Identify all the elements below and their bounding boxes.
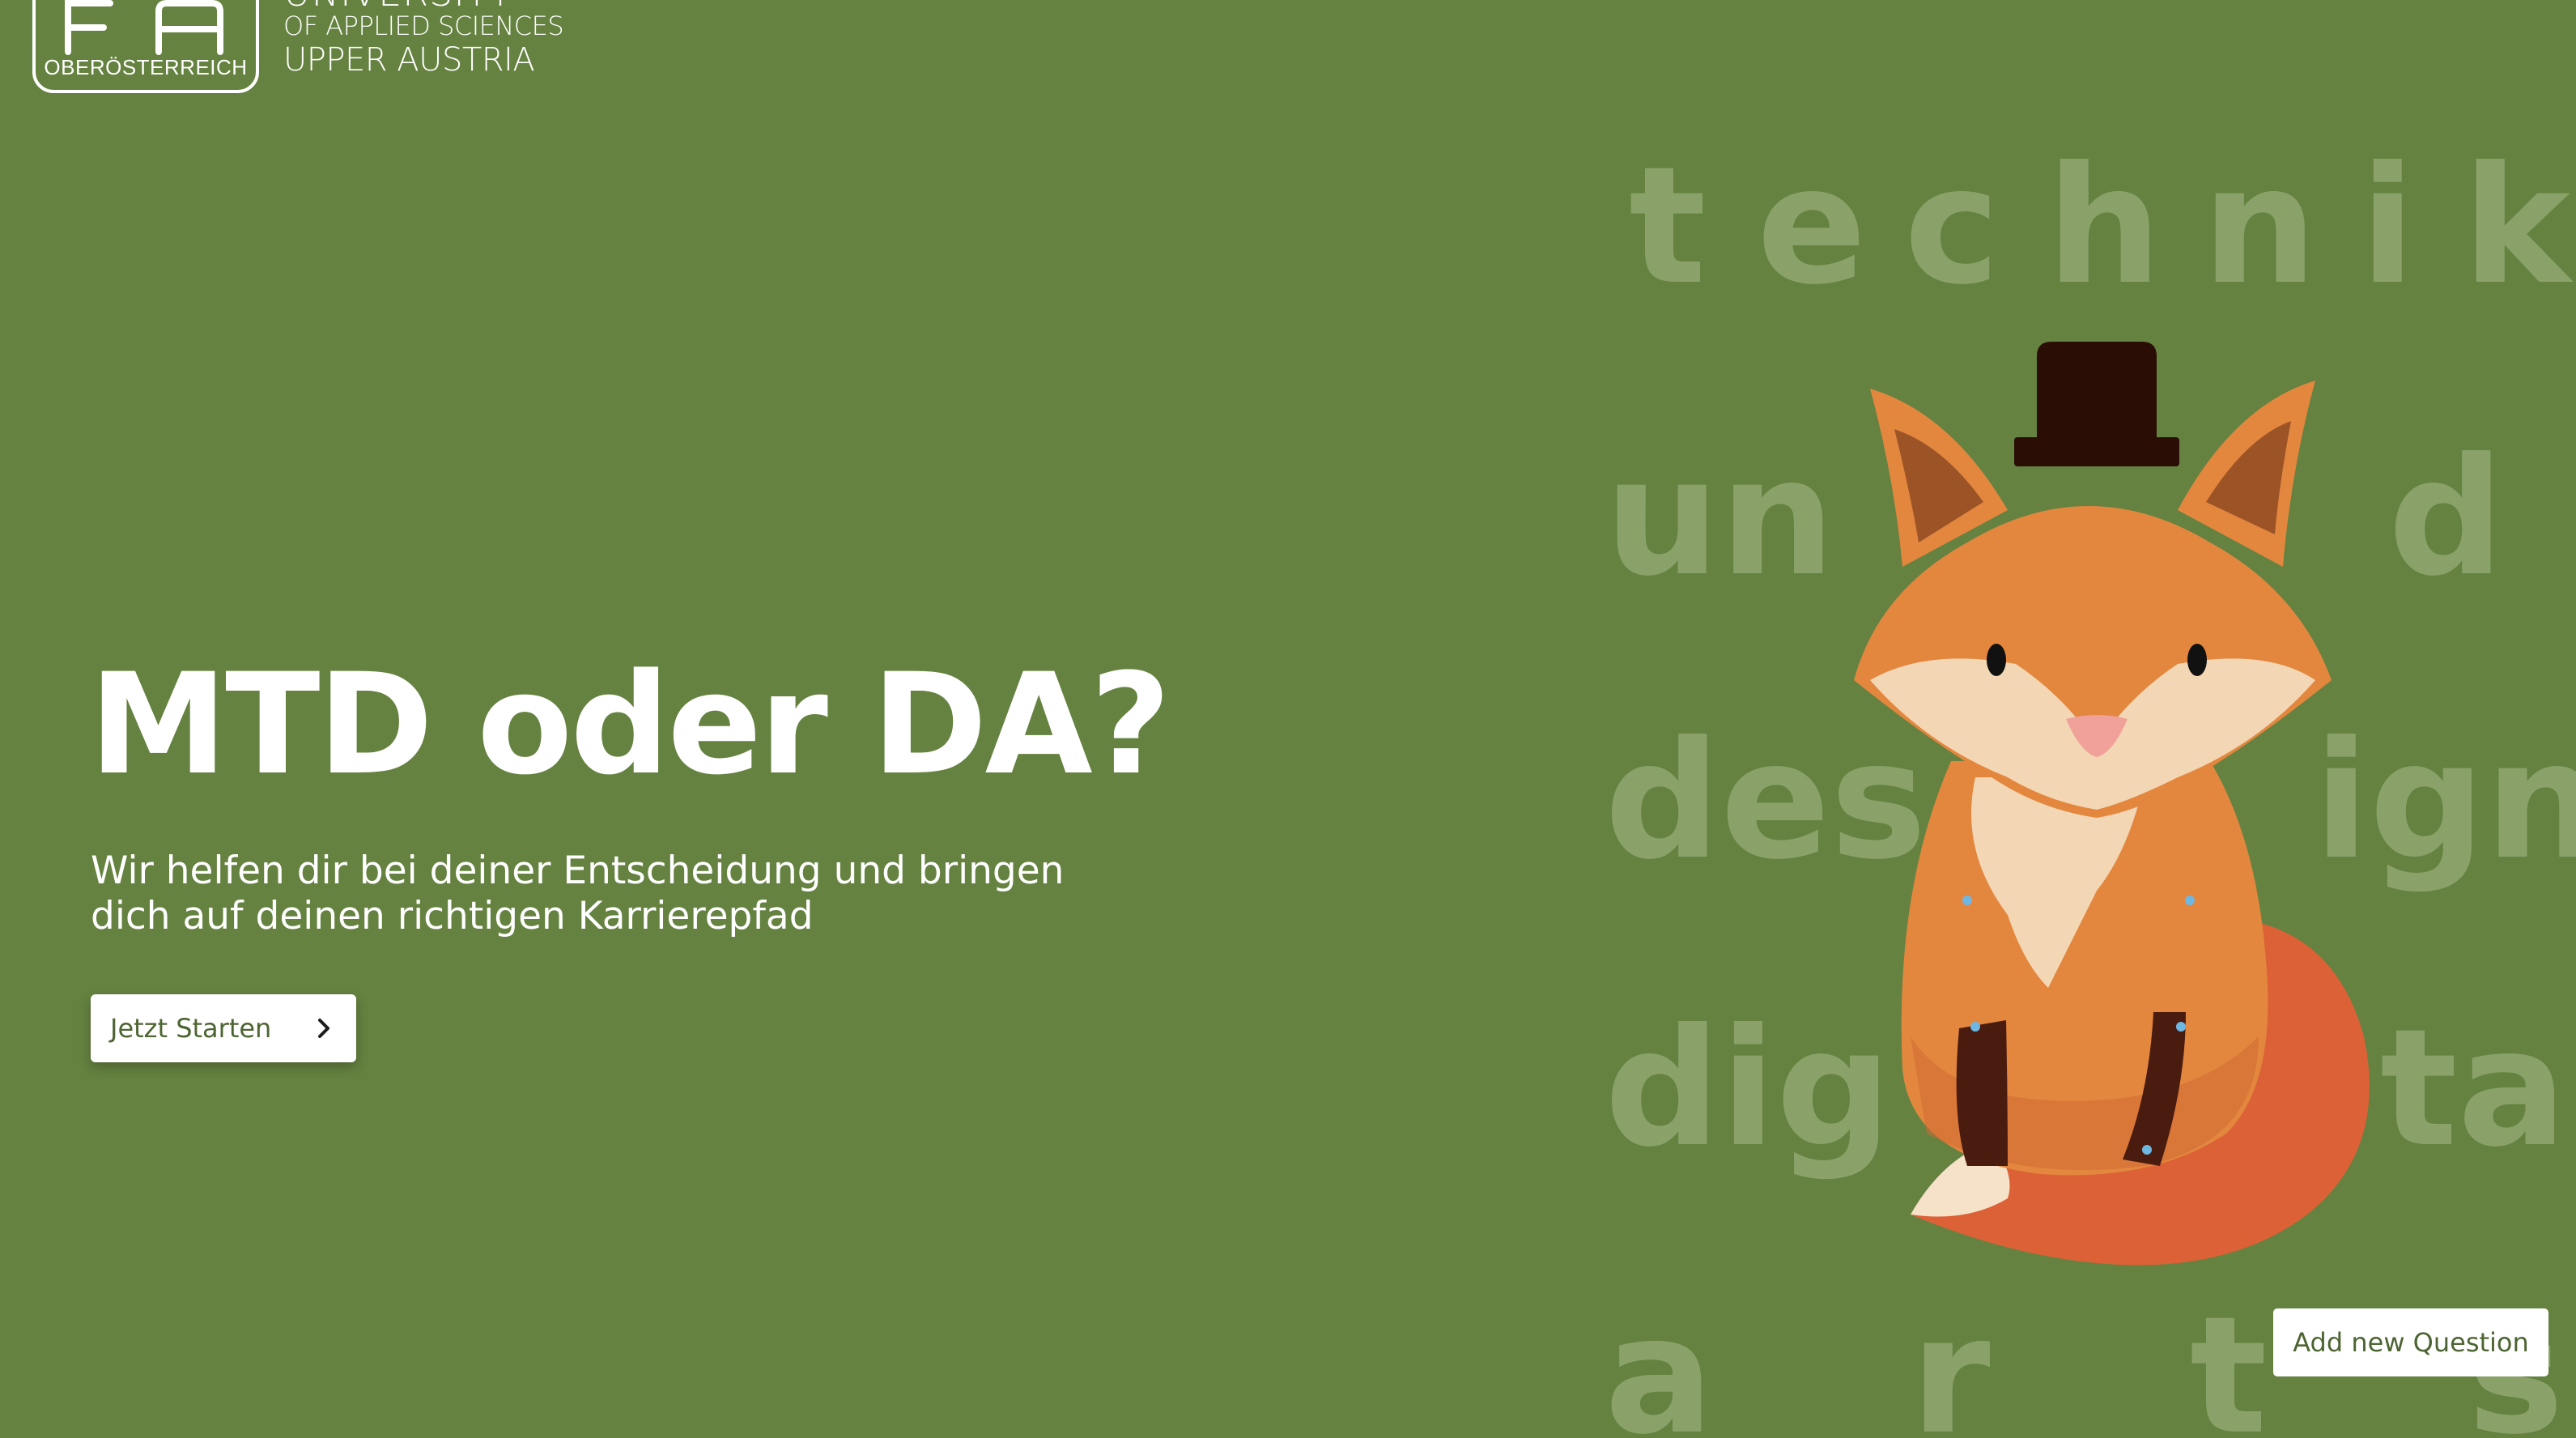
bg-letter: t: [1629, 132, 1707, 321]
bg-letter: i: [2360, 132, 2416, 321]
fox-mascot-icon: [1854, 342, 2370, 1266]
logo-line-university: UNIVERSITY: [283, 0, 563, 11]
bg-letter: r: [1911, 1282, 1991, 1438]
logo-region-text: OBERÖSTERREICH: [44, 55, 248, 79]
logo-line-applied-sciences: OF APPLIED SCIENCES: [283, 11, 564, 41]
bg-letters-right: tal: [2380, 994, 2576, 1183]
bg-letter: k: [2463, 132, 2571, 321]
page-title: MTD oder DA?: [89, 643, 1171, 806]
bg-letter: h: [2047, 132, 2162, 321]
bg-letters-right: d: [2388, 423, 2505, 612]
add-question-button[interactable]: Add new Question: [2273, 1308, 2548, 1376]
bg-letter: c: [1904, 132, 2000, 321]
start-button-label: Jetzt Starten: [110, 1013, 272, 1044]
logo-badge: OBERÖSTERREICH: [32, 0, 259, 93]
bg-letter: e: [1757, 132, 1867, 321]
start-button[interactable]: Jetzt Starten: [91, 994, 356, 1062]
bg-letter: n: [2202, 132, 2318, 321]
hero-subtitle: Wir helfen dir bei deiner Entscheidung u…: [91, 849, 1065, 938]
logo-line-upper-austria: UPPER AUSTRIA: [283, 41, 535, 79]
university-logo[interactable]: OBERÖSTERREICH UNIVERSITY OF APPLIED SCI…: [32, 0, 599, 97]
bg-letter: t: [2190, 1282, 2268, 1438]
landing-page: OBERÖSTERREICH UNIVERSITY OF APPLIED SCI…: [0, 0, 2576, 1438]
chevron-right-icon: [318, 1019, 329, 1038]
fh-logo-icon: [65, 0, 223, 55]
bg-letter: a: [1605, 1282, 1714, 1438]
bg-letters-left: un: [1605, 423, 1835, 612]
logo-wordmark: UNIVERSITY OF APPLIED SCIENCES UPPER AUS…: [283, 0, 564, 79]
